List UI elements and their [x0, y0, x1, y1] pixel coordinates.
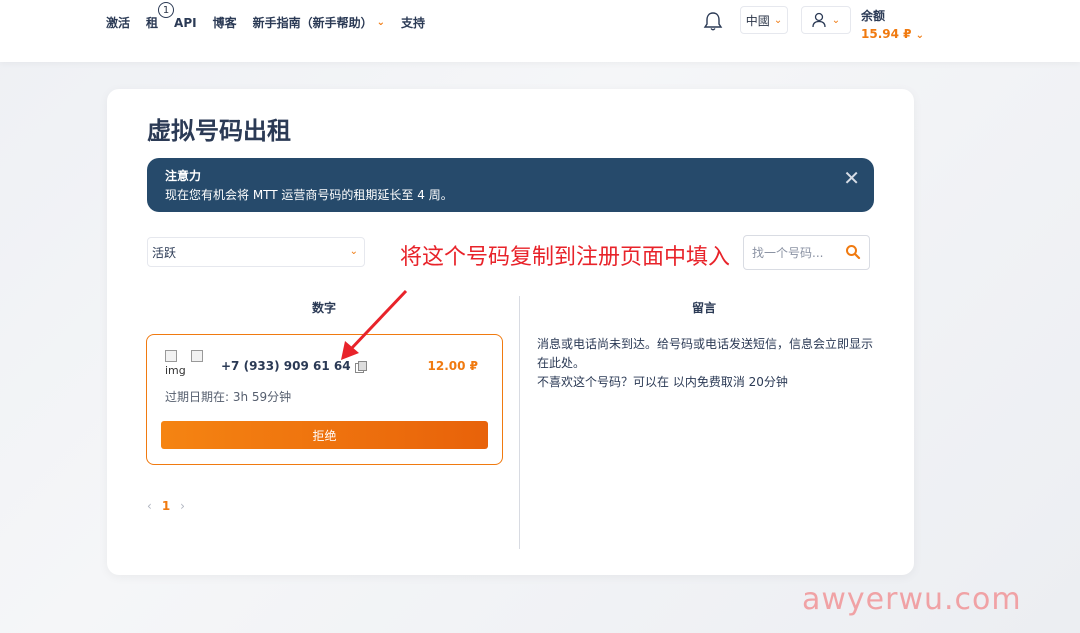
nav-guide[interactable]: 新手指南（新手帮助） ⌄ — [253, 14, 385, 31]
numbers-column-header: 数字 — [312, 301, 337, 315]
operator-image — [191, 350, 207, 378]
messages-line-2: 不喜欢这个号码？可以在 以内免费取消 20分钟 — [537, 375, 788, 389]
status-filter-select[interactable]: 活跃 ⌄ — [147, 237, 365, 267]
nav-guide-label: 新手指南（新手帮助） — [252, 16, 373, 30]
chevron-down-icon: ⌄ — [376, 17, 385, 28]
balance-label: 余额 — [861, 9, 886, 23]
messages-line-1: 消息或电话尚未到达。给号码或电话发送短信，信息会立即显示在此处。 — [537, 337, 874, 370]
watermark: awyerwu.com — [802, 582, 1022, 617]
flag-images: img — [165, 350, 207, 378]
user-menu[interactable]: ⌄ — [801, 6, 851, 34]
balance-value: 15.94 ₽ — [861, 27, 912, 41]
chevron-down-icon: ⌄ — [915, 30, 925, 41]
info-alert: 注意力 现在您有机会将 MTT 运营商号码的租期延长至 4 周。 ✕ — [147, 158, 874, 212]
nav-activate[interactable]: 激活 — [106, 14, 130, 31]
rental-price: 12.00 ₽ — [427, 359, 478, 373]
language-label: 中國 — [745, 13, 770, 28]
page-1-button[interactable]: 1 — [162, 499, 170, 513]
next-page-button[interactable]: › — [180, 499, 185, 513]
alert-title: 注意力 — [165, 169, 202, 183]
page-title: 虚拟号码出租 — [147, 117, 291, 145]
broken-image-icon — [191, 350, 203, 362]
chevron-down-icon: ⌄ — [349, 246, 358, 257]
flag-alt-text: img — [165, 364, 186, 377]
close-icon[interactable]: ✕ — [843, 166, 860, 190]
expiry-text: 过期日期在: 3h 59分钟 — [165, 390, 292, 404]
column-divider — [519, 296, 520, 549]
language-selector[interactable]: 中國 ⌄ — [740, 6, 788, 34]
search-icon[interactable] — [845, 244, 861, 260]
top-navigation-bar: 激活 租 API 博客 新手指南（新手帮助） ⌄ 支持 1 中國 ⌄ ⌄ 余额 … — [0, 0, 1080, 62]
balance-amount: 15.94 ₽ ⌄ — [861, 27, 924, 41]
annotation-text: 将这个号码复制到注册页面中填入 — [400, 245, 731, 270]
broken-image-icon — [165, 350, 177, 362]
chevron-down-icon: ⌄ — [831, 14, 841, 26]
reject-button[interactable]: 拒绝 — [161, 421, 488, 449]
balance-display[interactable]: 余额 15.94 ₽ ⌄ — [861, 7, 924, 41]
user-icon — [812, 12, 826, 28]
nav-support[interactable]: 支持 — [401, 14, 425, 31]
search-box — [743, 235, 870, 270]
status-filter-value: 活跃 — [152, 246, 177, 260]
country-flag-image: img — [165, 350, 186, 378]
prev-page-button[interactable]: ‹ — [147, 499, 152, 513]
copy-icon[interactable] — [354, 360, 367, 373]
phone-number-text: +7 (933) 909 61 64 — [221, 359, 351, 373]
messages-column-header: 留言 — [692, 301, 717, 315]
rented-number-item: img +7 (933) 909 61 64 12.00 ₽ 过期日期在: 3h… — [146, 334, 503, 465]
chevron-down-icon: ⌄ — [773, 14, 783, 26]
main-nav: 激活 租 API 博客 新手指南（新手帮助） ⌄ 支持 — [106, 14, 441, 31]
rental-card: 虚拟号码出租 注意力 现在您有机会将 MTT 运营商号码的租期延长至 4 周。 … — [107, 89, 914, 575]
pagination: ‹ 1 › — [147, 499, 185, 513]
nav-api[interactable]: API — [174, 14, 197, 31]
nav-rent[interactable]: 租 — [146, 14, 158, 31]
search-input[interactable] — [744, 236, 834, 269]
nav-blog[interactable]: 博客 — [213, 14, 237, 31]
alert-message: 现在您有机会将 MTT 运营商号码的租期延长至 4 周。 — [165, 188, 453, 202]
messages-placeholder: 消息或电话尚未到达。给号码或电话发送短信，信息会立即显示在此处。 不喜欢这个号码… — [537, 335, 877, 392]
bell-icon[interactable] — [702, 10, 724, 32]
rent-count-badge: 1 — [158, 2, 174, 18]
phone-number: +7 (933) 909 61 64 — [221, 359, 367, 373]
